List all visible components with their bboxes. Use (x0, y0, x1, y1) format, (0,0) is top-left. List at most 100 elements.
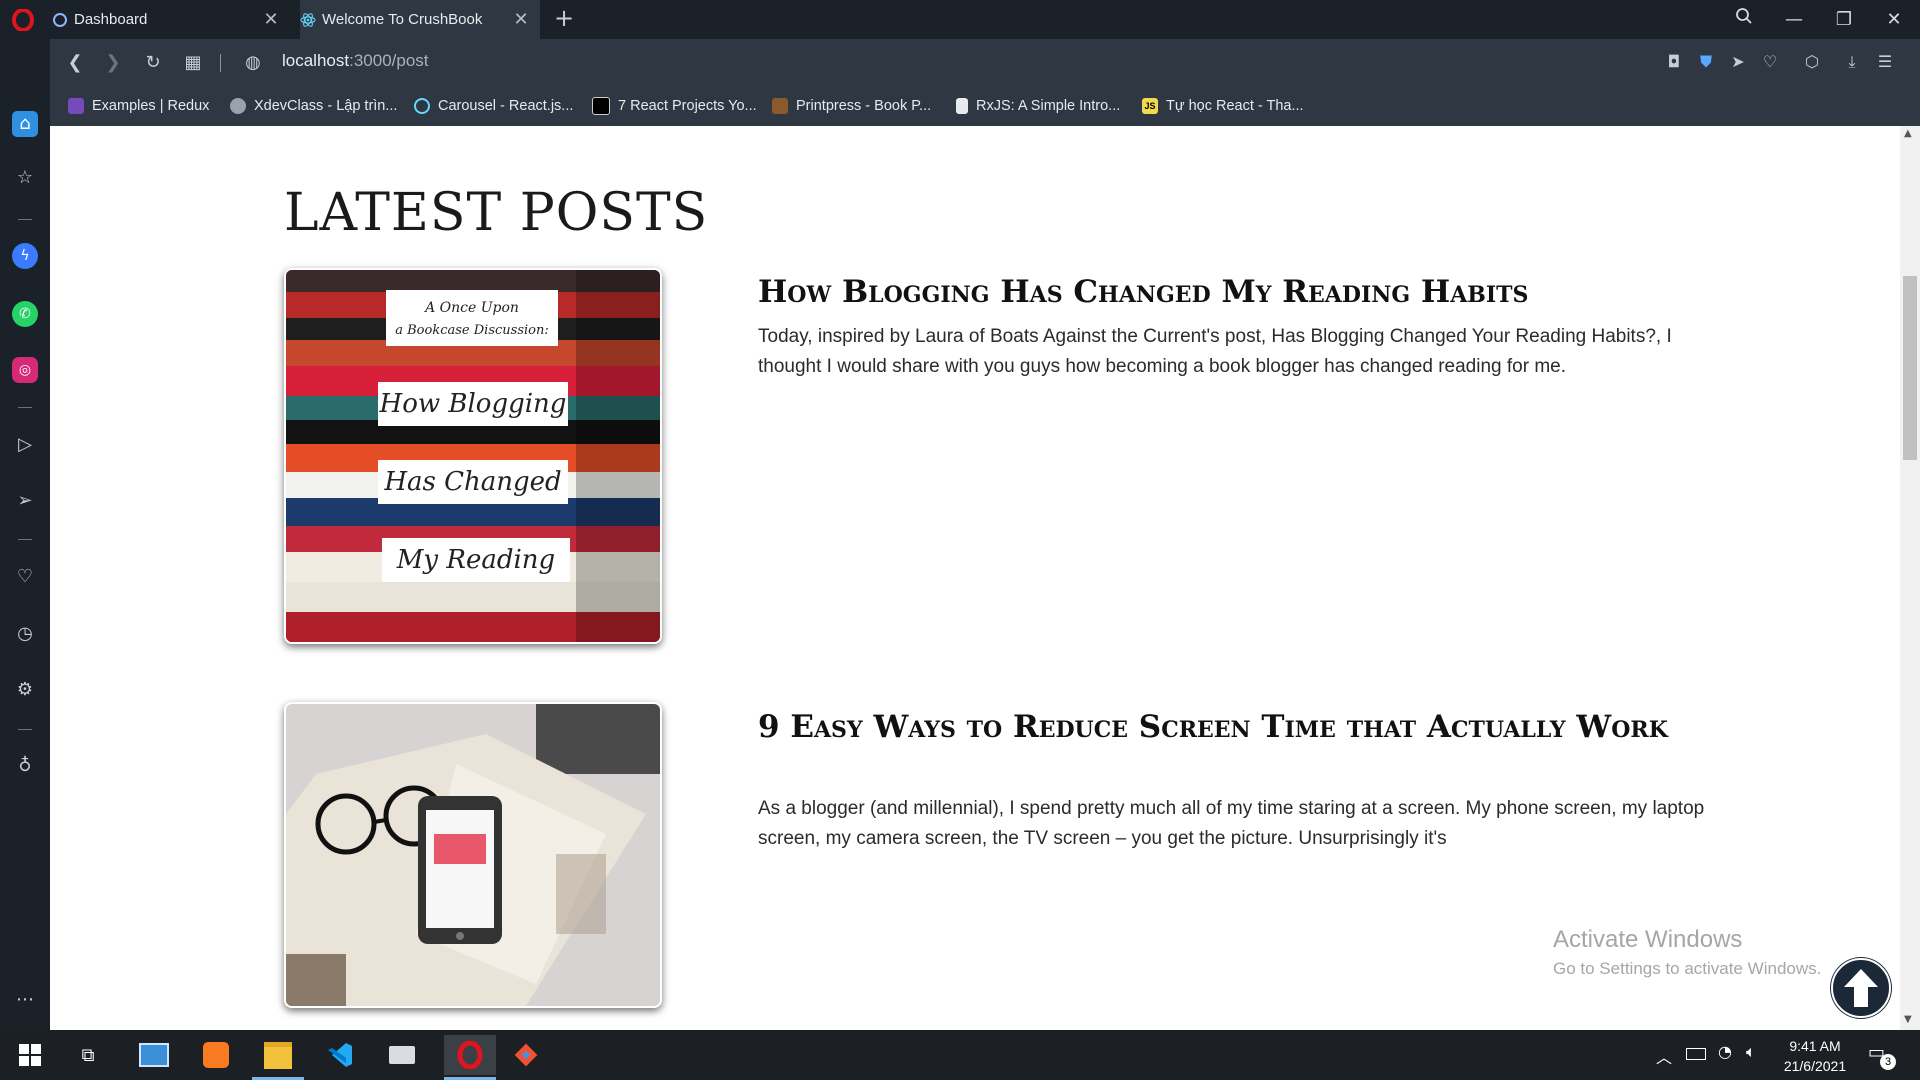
close-icon[interactable]: ✕ (262, 10, 280, 28)
bookmark-item[interactable]: XdevClass - Lập trìn... (230, 95, 397, 117)
taskbar-time[interactable]: 9:41 AM (1780, 1038, 1850, 1054)
divider (18, 219, 32, 220)
react-icon (414, 98, 430, 114)
minimize-icon[interactable]: — (1780, 6, 1808, 34)
js-icon: JS (1142, 98, 1158, 114)
send-icon[interactable]: ➢ (12, 488, 38, 514)
bookmark-item[interactable]: Carousel - React.js... (414, 95, 573, 117)
url-field[interactable]: localhost:3000/post (282, 51, 429, 71)
reload-icon[interactable]: ↻ (140, 50, 166, 76)
vscode-icon[interactable] (320, 1035, 360, 1075)
chevron-up-icon[interactable]: ︿ (1656, 1044, 1672, 1068)
page-content: LATEST POSTS A Once Upon a Bookcase Disc… (50, 126, 1900, 1030)
messenger-icon[interactable]: ϟ (12, 243, 38, 269)
tab-label: Welcome To CrushBook (322, 11, 483, 28)
react-icon (300, 12, 316, 27)
more-icon[interactable]: ⋯ (12, 987, 38, 1013)
opera-sidebar: ⌂ ☆ ϟ ✆ ◎ ▷ ➢ ♡ ◷ ⚙ ♁ ⋯ (0, 39, 50, 1030)
restore-icon[interactable]: ❐ (1830, 6, 1858, 34)
heart-icon[interactable]: ♡ (12, 564, 38, 590)
post-title[interactable]: 9 Easy Ways to Reduce Screen Time that A… (758, 709, 1678, 745)
opera-taskbar-icon[interactable] (444, 1035, 496, 1075)
task-view-icon[interactable]: ⧉ (68, 1035, 108, 1075)
volume-icon[interactable]: 🔈︎ (1746, 1042, 1756, 1062)
bookmark-item[interactable]: JS Tự học React - Tha... (1142, 95, 1304, 117)
scroll-down-icon[interactable]: ▼ (1904, 1014, 1912, 1025)
books-image: A Once Upon a Bookcase Discussion: How B… (286, 270, 660, 642)
scroll-to-top-button[interactable] (1830, 957, 1892, 1019)
divider (18, 539, 32, 540)
close-icon[interactable]: ✕ (512, 10, 530, 28)
address-bar: ❮ ❯ ↻ ▦ ◍ localhost:3000/post ◘ ⛊ ➤ ♡ ⬡ … (50, 39, 1920, 86)
wifi-icon[interactable]: ◔ (1718, 1042, 1732, 1061)
post-excerpt: Today, inspired by Laura of Boats Agains… (758, 326, 1672, 377)
redux-icon (68, 98, 84, 114)
printpress-icon (772, 98, 788, 114)
scrollbar-thumb[interactable] (1903, 276, 1917, 460)
divider (18, 729, 32, 730)
tab-crushbook[interactable]: Welcome To CrushBook ✕ (300, 0, 540, 39)
bookmark-item[interactable]: Printpress - Book P... (772, 95, 931, 117)
windows-start-icon[interactable] (10, 1035, 50, 1075)
image-caption: a Bookcase Discussion: (395, 323, 548, 338)
page-icon (956, 98, 968, 114)
history-icon[interactable]: ◷ (12, 621, 38, 647)
image-caption: My Reading (396, 545, 555, 575)
forward-icon[interactable]: ❯ (100, 50, 126, 76)
tab-strip: Dashboard ✕ Welcome To CrushBook ✕ + — ❐… (0, 0, 1920, 39)
easy-setup-icon[interactable]: ☰ (1875, 52, 1895, 72)
section-title: LATEST POSTS (284, 182, 709, 243)
battery-icon[interactable] (1686, 1048, 1706, 1060)
cube-icon[interactable]: ⬡ (1802, 52, 1822, 72)
send-icon[interactable]: ➤ (1728, 52, 1748, 72)
image-caption: Has Changed (383, 467, 561, 497)
remote-desktop-icon[interactable] (382, 1035, 422, 1075)
download-icon[interactable]: ⤓ (1842, 52, 1862, 72)
activate-windows-title: Activate Windows (1553, 926, 1743, 953)
bookmark-item[interactable]: RxJS: A Simple Intro... (956, 95, 1120, 117)
bookmark-item[interactable]: Examples | Redux (68, 95, 209, 117)
arrow-up-icon (1831, 958, 1891, 1018)
file-explorer-icon[interactable] (258, 1035, 298, 1075)
notification-count: 3 (1880, 1054, 1896, 1070)
angular-icon (592, 97, 610, 115)
settings-icon[interactable]: ⚙ (12, 677, 38, 703)
instagram-icon[interactable]: ◎ (12, 357, 38, 383)
scroll-up-icon[interactable]: ▲ (1904, 128, 1912, 139)
divider (18, 407, 32, 408)
heart-icon[interactable]: ♡ (1760, 52, 1780, 72)
player-icon[interactable]: ▷ (12, 432, 38, 458)
tab-label: Dashboard (74, 11, 148, 28)
post-image[interactable]: A Once Upon a Bookcase Discussion: How B… (284, 268, 662, 644)
opera-logo-icon[interactable] (12, 8, 34, 32)
control-panel-icon[interactable] (134, 1035, 174, 1075)
lightbulb-icon[interactable]: ♁ (12, 753, 38, 779)
globe-icon: ◍ (245, 52, 261, 73)
post-title[interactable]: How Blogging Has Changed My Reading Habi… (758, 274, 1678, 310)
window-close-icon[interactable]: ✕ (1880, 6, 1908, 34)
new-tab-icon[interactable]: + (552, 6, 576, 30)
tab-dashboard[interactable]: Dashboard ✕ (52, 0, 290, 39)
home-icon[interactable]: ⌂ (12, 111, 38, 137)
xampp-icon[interactable] (196, 1035, 236, 1075)
taskbar-date[interactable]: 21/6/2021 (1770, 1058, 1860, 1074)
url-host: localhost (282, 51, 350, 70)
post-excerpt: As a blogger (and millennial), I spend p… (758, 798, 1705, 849)
image-caption: A Once Upon (423, 300, 519, 316)
bookmarks-bar: Examples | Redux XdevClass - Lập trìn...… (50, 86, 1920, 127)
scrollbar[interactable] (1900, 126, 1920, 1030)
tabs-grid-icon[interactable]: ▦ (180, 50, 206, 76)
star-icon[interactable]: ☆ (12, 165, 38, 191)
divider (220, 54, 221, 72)
search-icon[interactable] (1730, 6, 1758, 34)
activate-windows-subtitle: Go to Settings to activate Windows. (1553, 959, 1822, 978)
whatsapp-icon[interactable]: ✆ (12, 301, 38, 327)
shield-icon[interactable]: ⛊ (1696, 52, 1716, 72)
xdevclass-icon (230, 98, 246, 114)
post-image[interactable] (284, 702, 662, 1008)
camera-icon[interactable]: ◘ (1664, 52, 1684, 72)
url-path: :3000/post (349, 51, 429, 70)
git-icon[interactable] (506, 1035, 546, 1075)
bookmark-item[interactable]: 7 React Projects Yo... (592, 95, 757, 117)
back-icon[interactable]: ❮ (62, 50, 88, 76)
